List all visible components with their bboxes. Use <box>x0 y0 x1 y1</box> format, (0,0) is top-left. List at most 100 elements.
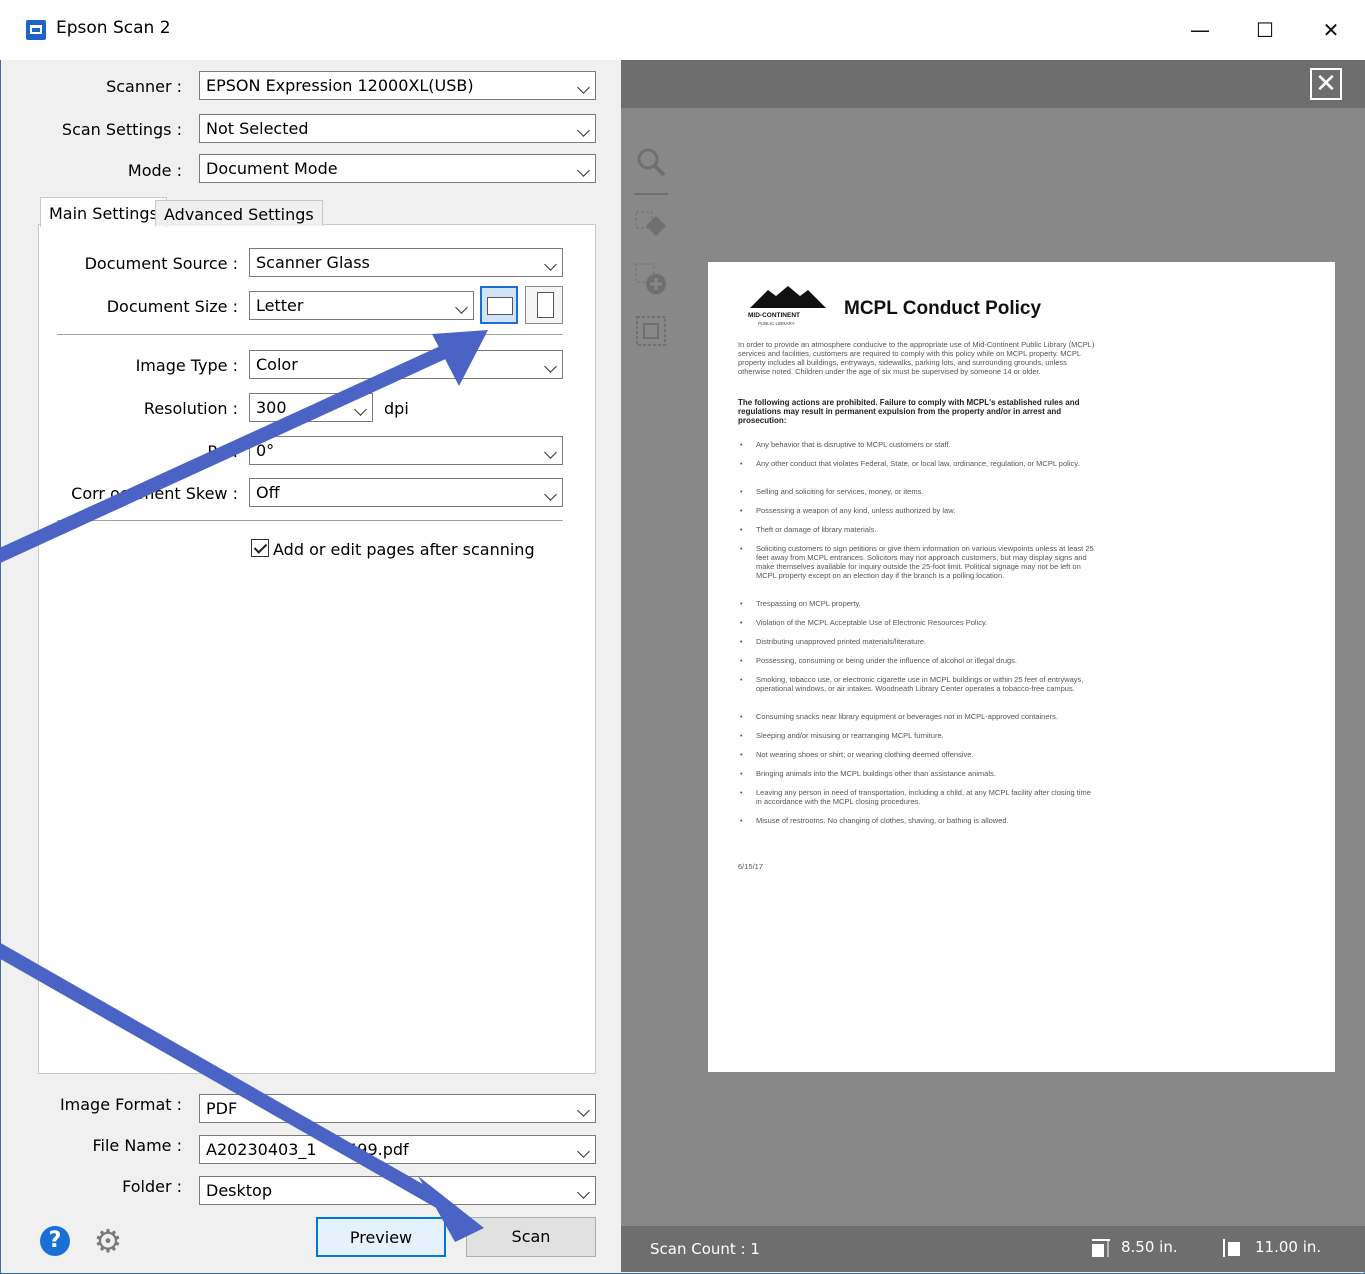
bullet-text: Selling and soliciting for services, mon… <box>756 487 924 496</box>
document-bullet-item: • Smoking, tobacco use, or electronic cig… <box>738 675 1098 693</box>
mode-select[interactable]: Document Mode <box>199 154 596 183</box>
document-title: MCPL Conduct Policy <box>844 298 1042 319</box>
tab-main-settings[interactable]: Main Settings <box>40 197 167 227</box>
scan-settings-select[interactable]: Not Selected <box>199 114 596 143</box>
gear-icon[interactable]: ⚙ <box>92 1225 124 1257</box>
image-format-select[interactable]: PDF <box>199 1094 596 1123</box>
bullet-text: Leaving any person in need of transporta… <box>756 788 1091 806</box>
add-pages-checkbox[interactable] <box>251 539 269 557</box>
document-bullet-item: • Misuse of restrooms. No changing of clo… <box>738 816 1098 825</box>
bullet-text: Trespassing on MCPL property. <box>756 599 861 608</box>
document-source-select[interactable]: Scanner Glass <box>249 248 563 277</box>
resolution-select[interactable]: 300 <box>249 393 373 422</box>
bullet-dot: • <box>740 788 743 797</box>
portrait-orientation-button[interactable] <box>525 286 563 324</box>
file-name-select[interactable]: A20230403_1 499.pdf <box>199 1135 596 1164</box>
bullet-text: Soliciting customers to sign petitions o… <box>756 544 1094 580</box>
folder-select[interactable]: Desktop <box>199 1176 596 1205</box>
eraser-icon[interactable] <box>634 210 668 244</box>
height-icon <box>1222 1238 1244 1262</box>
resolution-label: Resolution : <box>143 399 238 418</box>
chevron-down-icon <box>354 403 367 416</box>
bullet-text: Possessing, consuming or being under the… <box>756 656 1017 665</box>
scan-settings-value: Not Selected <box>206 119 309 138</box>
skew-select[interactable]: Off <box>249 478 563 507</box>
image-type-select[interactable]: Color <box>249 350 563 379</box>
landscape-orientation-button[interactable] <box>480 286 518 324</box>
file-name-label: File Name : <box>92 1136 182 1155</box>
document-bullet-item: • Distributing unapproved printed materia… <box>738 637 1098 646</box>
bullet-text: Any behavior that is disruptive to MCPL … <box>756 440 951 449</box>
document-page: MID-CONTINENT PUBLIC LIBRARY MCPL Conduc… <box>708 262 1335 1072</box>
chevron-down-icon <box>577 1104 590 1117</box>
document-bullet-item: • Sleeping and/or misusing or rearranging… <box>738 731 1098 740</box>
document-bullet-item: • Consuming snacks near library equipment… <box>738 712 1098 721</box>
file-name-value: A20230403_1 499.pdf <box>206 1140 409 1159</box>
document-size-select[interactable]: Letter <box>249 291 474 320</box>
document-bullet-item: • Trespassing on MCPL property. <box>738 599 1098 608</box>
document-bullet-item: • Bringing animals into the MCPL building… <box>738 769 1098 778</box>
bullet-dot: • <box>740 816 743 825</box>
chevron-down-icon <box>544 488 557 501</box>
close-button[interactable]: ✕ <box>1311 14 1351 46</box>
folder-value: Desktop <box>206 1181 272 1200</box>
bullet-dot: • <box>740 656 743 665</box>
resolution-value: 300 <box>256 398 287 417</box>
height-value: 11.00 in. <box>1255 1238 1322 1256</box>
document-warning: The following actions are prohibited. Fa… <box>738 398 1080 425</box>
document-bullet-item: • Selling and soliciting for services, mo… <box>738 487 1098 496</box>
image-type-label: Image Type : <box>135 356 238 375</box>
image-format-label: Image Format : <box>59 1095 182 1114</box>
add-selection-icon[interactable] <box>634 262 668 296</box>
bullet-dot: • <box>740 637 743 646</box>
document-bullet-item: • Violation of the MCPL Acceptable Use of… <box>738 618 1098 627</box>
bullet-dot: • <box>740 731 743 740</box>
chevron-down-icon <box>577 164 590 177</box>
scanner-select[interactable]: EPSON Expression 12000XL(USB) <box>199 71 596 100</box>
zoom-icon[interactable] <box>634 145 668 179</box>
epson-scan-icon <box>26 20 46 40</box>
window-title: Epson Scan 2 <box>56 18 171 38</box>
close-preview-button[interactable]: ✕ <box>1310 68 1342 100</box>
logo-subtext: PUBLIC LIBRARY <box>758 321 795 326</box>
bullet-dot: • <box>740 459 743 468</box>
rotate-label: Ro : <box>207 442 238 461</box>
add-pages-label[interactable]: Add or edit pages after scanning <box>273 540 535 559</box>
bullet-dot: • <box>740 675 743 684</box>
help-icon[interactable]: ? <box>40 1226 70 1256</box>
scanner-label: Scanner : <box>106 77 182 96</box>
folder-label: Folder : <box>122 1177 182 1196</box>
scan-button[interactable]: Scan <box>466 1217 596 1257</box>
resolution-unit: dpi <box>384 399 409 418</box>
image-format-value: PDF <box>206 1099 238 1118</box>
divider <box>57 334 563 335</box>
toolbar-divider <box>634 193 668 195</box>
select-area-icon[interactable] <box>634 314 668 348</box>
preview-button[interactable]: Preview <box>316 1217 446 1257</box>
mode-value: Document Mode <box>206 159 338 178</box>
bullet-text: Misuse of restrooms. No changing of clot… <box>756 816 1009 825</box>
skew-value: Off <box>256 483 280 502</box>
bullet-text: Distributing unapproved printed material… <box>756 637 927 646</box>
rotate-select[interactable]: 0° <box>249 436 563 465</box>
chevron-down-icon <box>577 1186 590 1199</box>
rotate-value: 0° <box>256 441 275 460</box>
tab-advanced-settings[interactable]: Advanced Settings <box>155 200 323 226</box>
bullet-text: Smoking, tobacco use, or electronic ciga… <box>756 675 1084 693</box>
bullet-dot: • <box>740 506 743 515</box>
bullet-dot: • <box>740 440 743 449</box>
preview-toolbar <box>621 60 1365 108</box>
chevron-down-icon <box>455 301 468 314</box>
document-size-value: Letter <box>256 296 304 315</box>
bullet-dot: • <box>740 750 743 759</box>
document-source-label: Document Source : <box>84 254 238 273</box>
bullet-dot: • <box>740 618 743 627</box>
scanned-document-preview[interactable]: MID-CONTINENT PUBLIC LIBRARY MCPL Conduc… <box>708 262 1335 1072</box>
minimize-button[interactable]: — <box>1180 14 1220 46</box>
bullet-text: Any other conduct that violates Federal,… <box>756 459 1080 468</box>
document-bullet-item: • Leaving any person in need of transport… <box>738 788 1098 806</box>
chevron-down-icon <box>577 81 590 94</box>
document-bullet-item: • Soliciting customers to sign petitions … <box>738 544 1098 580</box>
maximize-button[interactable]: ☐ <box>1245 14 1285 46</box>
scan-count: Scan Count : 1 <box>650 1240 760 1258</box>
